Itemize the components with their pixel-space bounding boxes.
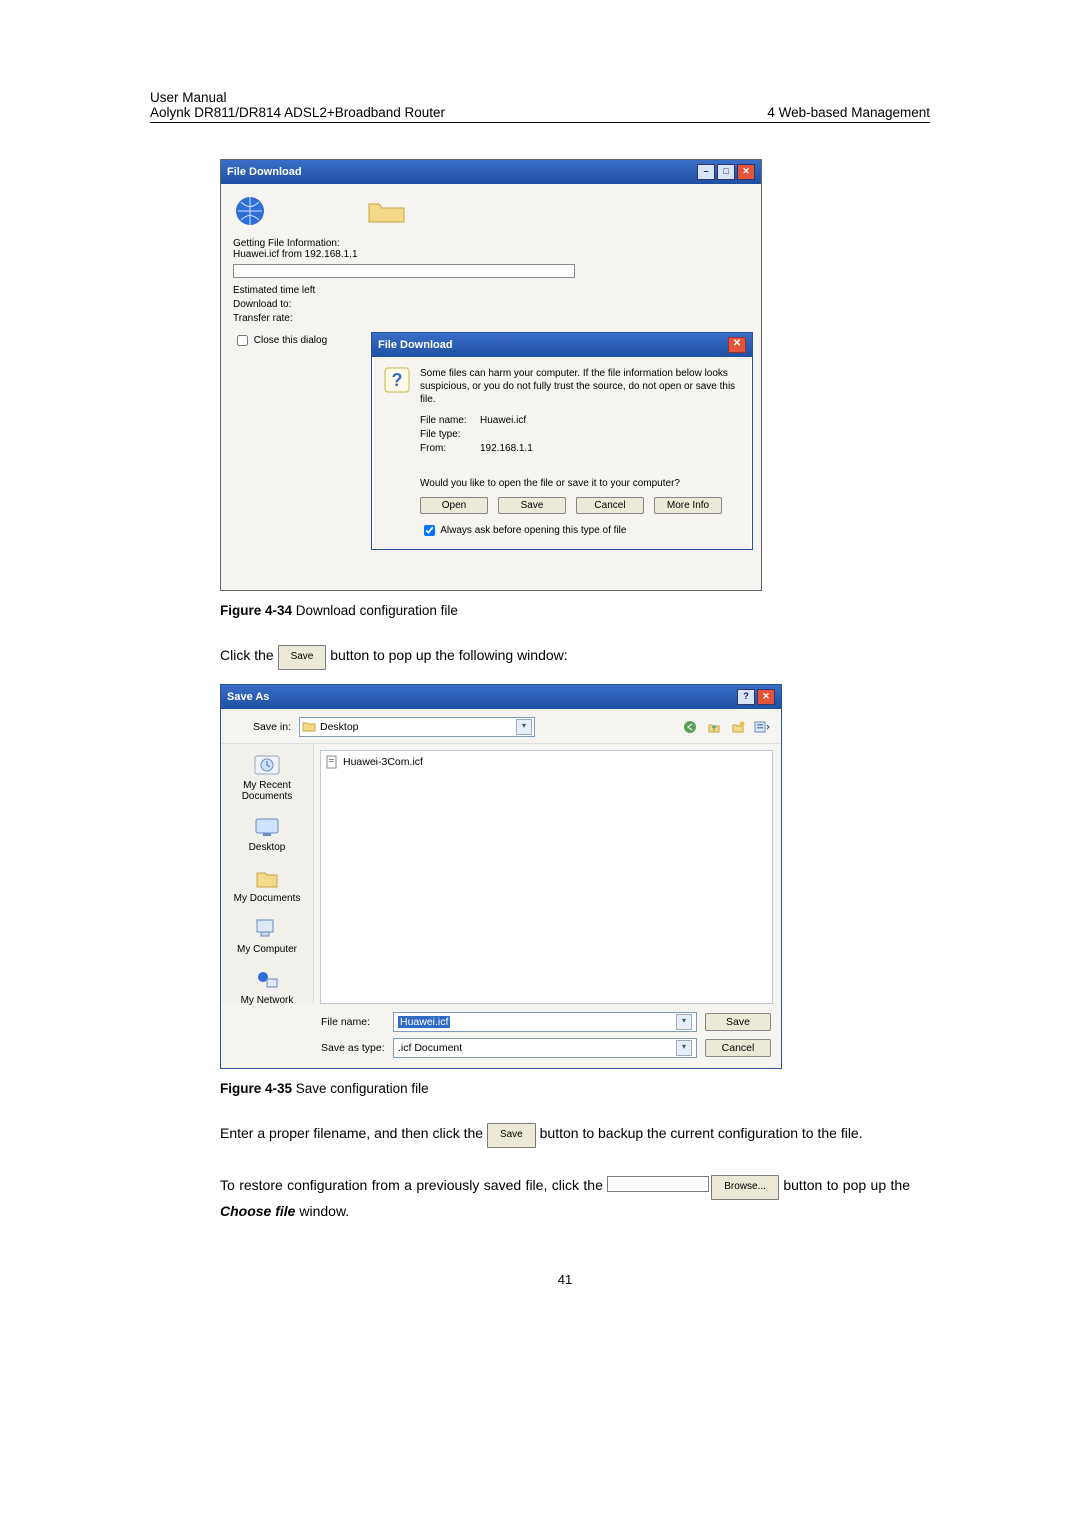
places-bar: My Recent Documents Desktop My Documents… [221,744,314,1004]
open-button[interactable]: Open [420,497,488,514]
saveas-titlebar: Save As ? ✕ [221,685,781,709]
filename-value: Huawei.icf [480,415,526,426]
saveas-save-button[interactable]: Save [705,1013,771,1031]
est-time-label: Estimated time left [233,284,751,298]
security-question: Would you like to open the file or save … [420,478,740,489]
figure-34-caption: Figure 4-34 Download configuration file [220,603,910,618]
header-product: Aolynk DR811/DR814 ADSL2+Broadband Route… [150,105,445,120]
help-button[interactable]: ? [737,689,755,705]
always-ask-label: Always ask before opening this type of f… [440,525,626,536]
file-list[interactable]: Huawei-3Com.icf [320,750,773,1004]
close-button[interactable]: ✕ [737,164,755,180]
chevron-down-icon: ▾ [516,719,532,735]
type-value: .icf Document [398,1042,462,1054]
filename-field-label: File name: [313,1016,393,1028]
filetype-label: File type: [420,428,480,442]
source-label: Huawei.icf from 192.168.1.1 [233,249,751,260]
filename-label: File name: [420,414,480,428]
cancel-button[interactable]: Cancel [576,497,644,514]
savein-label: Save in: [237,721,291,733]
save-as-dialog: Save As ? ✕ Save in: Desktop ▾ [220,684,782,1069]
inline-path-field[interactable] [607,1176,709,1192]
more-info-button[interactable]: More Info [654,497,722,514]
globe-icon [233,194,267,228]
progress-title: File Download [227,166,302,178]
header-manual: User Manual [150,90,445,105]
file-item[interactable]: Huawei-3Com.icf [325,755,768,769]
minimize-button[interactable]: – [697,164,715,180]
security-dialog: File Download ✕ ? Some files can harm yo… [371,332,753,550]
place-mycomp[interactable]: My Computer [237,916,297,955]
security-close-button[interactable]: ✕ [728,337,746,353]
maximize-button[interactable]: □ [717,164,735,180]
transfer-rate-label: Transfer rate: [233,312,751,326]
svg-text:?: ? [392,370,403,390]
close-dialog-label: Close this dialog [254,335,327,346]
place-recent[interactable]: My Recent Documents [221,752,313,802]
inline-save-button-2[interactable]: Save [487,1123,536,1148]
restore-paragraph: To restore configuration from a previous… [220,1174,910,1222]
file-item-label: Huawei-3Com.icf [343,756,423,768]
from-label: From: [420,442,480,456]
getting-info-label: Getting File Information: [233,238,751,249]
folder-icon [367,196,407,226]
type-combobox[interactable]: .icf Document ▾ [393,1038,697,1058]
place-mynet[interactable]: My Network [241,967,294,1006]
new-folder-icon[interactable] [729,718,747,736]
from-value: 192.168.1.1 [480,443,533,454]
page-header: User Manual Aolynk DR811/DR814 ADSL2+Bro… [150,90,930,123]
file-icon [325,755,339,769]
saveas-title: Save As [227,691,269,703]
chevron-down-icon: ▾ [676,1014,692,1030]
header-section: 4 Web-based Management [767,105,930,120]
page-number: 41 [220,1272,910,1287]
security-warning: Some files can harm your computer. If th… [420,367,740,406]
security-titlebar: File Download ✕ [372,333,752,357]
inline-save-button-1[interactable]: Save [278,645,327,670]
figure-35-caption: Figure 4-35 Save configuration file [220,1081,910,1096]
progress-titlebar: File Download – □ ✕ [221,160,761,184]
question-icon: ? [384,367,410,393]
back-icon[interactable] [681,718,699,736]
saveas-cancel-button[interactable]: Cancel [705,1039,771,1057]
filename-input-value: Huawei.icf [398,1016,450,1028]
up-folder-icon[interactable] [705,718,723,736]
type-field-label: Save as type: [313,1042,393,1054]
click-save-line: Click the Save button to pop up the foll… [220,644,910,670]
always-ask-checkbox[interactable] [424,525,435,536]
filename-input[interactable]: Huawei.icf ▾ [393,1012,697,1032]
close-dialog-checkbox[interactable] [237,335,248,346]
place-mydocs[interactable]: My Documents [234,865,301,904]
download-to-label: Download to: [233,298,751,312]
views-icon[interactable] [753,718,771,736]
place-desktop[interactable]: Desktop [249,814,286,853]
chevron-down-icon: ▾ [676,1040,692,1056]
inline-browse-button[interactable]: Browse... [711,1175,779,1200]
saveas-close-button[interactable]: ✕ [757,689,775,705]
savein-combobox[interactable]: Desktop ▾ [299,717,535,737]
desktop-folder-icon [302,720,316,735]
save-button[interactable]: Save [498,497,566,514]
download-progress-dialog: File Download – □ ✕ [220,159,762,591]
progress-bar [233,264,575,278]
backup-paragraph: Enter a proper filename, and then click … [220,1122,910,1148]
savein-value: Desktop [320,721,359,733]
security-title: File Download [378,339,453,351]
